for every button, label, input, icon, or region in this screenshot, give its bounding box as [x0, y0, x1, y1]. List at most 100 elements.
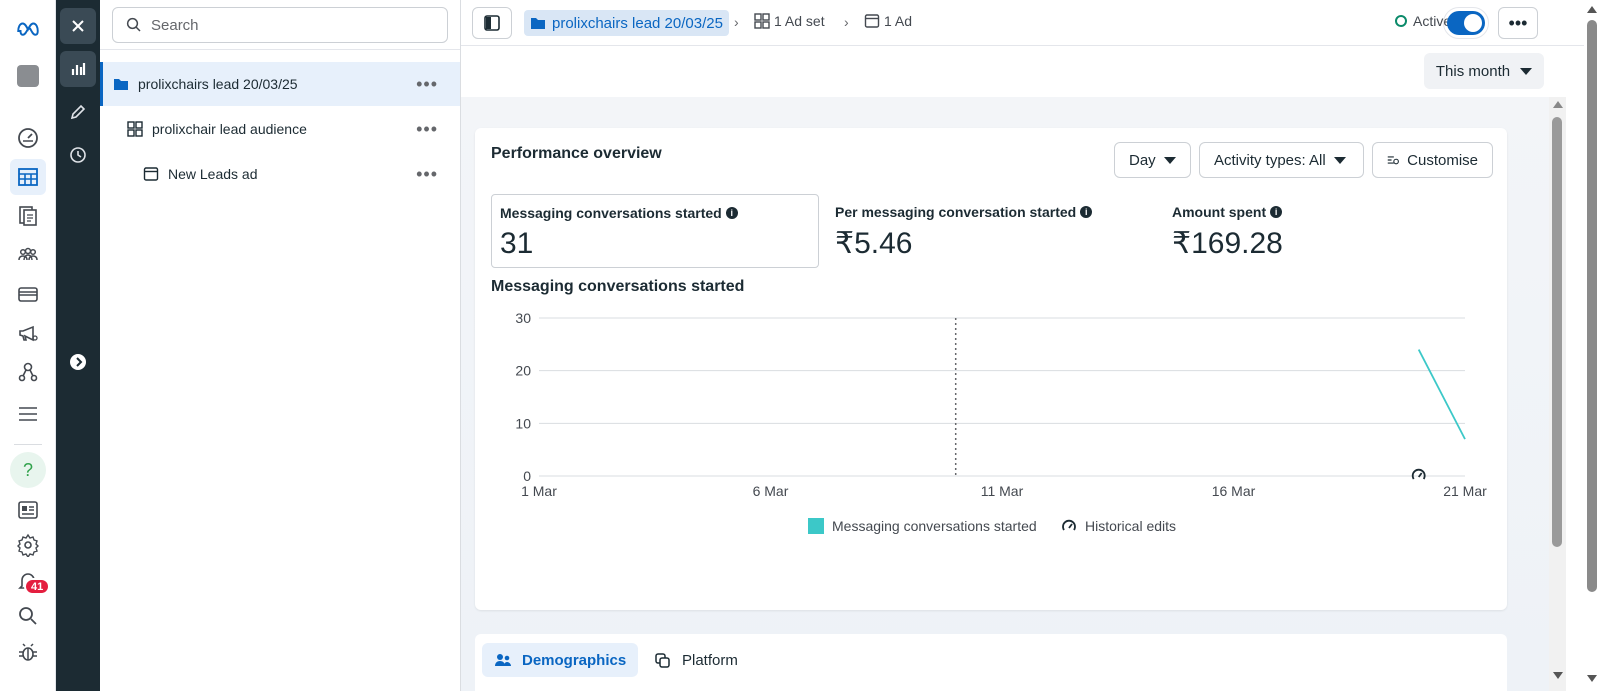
granularity-label: Day	[1129, 151, 1156, 169]
tab-demographics[interactable]: Demographics	[482, 643, 639, 677]
scroll-up-arrow-icon[interactable]	[1553, 101, 1563, 108]
historical-edits-icon	[1062, 519, 1076, 531]
caret-down-icon	[1520, 67, 1533, 75]
menu-icon[interactable]	[10, 396, 46, 432]
page-scroll-up-icon[interactable]	[1587, 6, 1597, 13]
page-scroll-down-icon[interactable]	[1587, 675, 1597, 682]
help-icon[interactable]: ?	[10, 452, 46, 488]
global-nav-rail: ? 41	[0, 0, 56, 691]
metric-cost-per-conversation[interactable]: Per messaging conversation started i ₹5.4…	[827, 194, 1155, 268]
breadcrumb-campaign[interactable]: prolixchairs lead 20/03/25	[524, 10, 729, 36]
megaphone-settings-icon[interactable]	[10, 315, 46, 351]
date-range-dropdown[interactable]: This month	[1424, 53, 1544, 89]
platform-icon	[655, 653, 670, 668]
metric-value: ₹5.46	[835, 227, 913, 260]
metric-conversations[interactable]: Messaging conversations started i 31	[491, 194, 819, 268]
x-tick-label: 1 Mar	[521, 483, 557, 499]
tree-item-label: prolixchairs lead 20/03/25	[138, 76, 298, 92]
pages-icon[interactable]	[10, 198, 46, 234]
news-icon[interactable]	[10, 492, 46, 528]
tree-item-adset[interactable]: prolixchair lead audience •••	[100, 107, 460, 151]
legend-swatch	[808, 518, 824, 534]
meta-logo-icon[interactable]	[10, 10, 46, 46]
date-range-label: This month	[1435, 62, 1511, 80]
breakdown-tabs-card: Demographics Platform	[475, 634, 1507, 691]
ad-window-icon	[864, 14, 880, 28]
reporting-chart-icon[interactable]	[60, 51, 96, 87]
settings-gear-icon[interactable]	[10, 527, 46, 563]
more-options-icon[interactable]: •••	[416, 119, 438, 140]
customise-button[interactable]: Customise	[1372, 142, 1493, 178]
granularity-dropdown[interactable]: Day	[1114, 142, 1191, 178]
audiences-icon[interactable]	[10, 237, 46, 273]
legend-series[interactable]: Messaging conversations started	[808, 518, 1037, 534]
top-bar: prolixchairs lead 20/03/25 › 1 Ad set › …	[461, 0, 1600, 46]
more-options-icon[interactable]: •••	[416, 74, 438, 95]
active-toggle[interactable]	[1447, 11, 1485, 35]
tab-label: Demographics	[522, 651, 627, 669]
campaign-tree-panel: prolixchairs lead 20/03/25 ••• prolixcha…	[100, 0, 461, 691]
search-input[interactable]	[151, 16, 431, 34]
tree-item-ad[interactable]: New Leads ad •••	[100, 152, 460, 196]
customise-label: Customise	[1407, 151, 1478, 169]
more-actions-button[interactable]: •••	[1498, 7, 1538, 39]
info-icon[interactable]: i	[1080, 206, 1093, 218]
content-scrollbar[interactable]	[1549, 97, 1566, 691]
tab-label: Platform	[682, 651, 738, 669]
breadcrumb-adset[interactable]: 1 Ad set	[754, 13, 825, 29]
bug-report-icon[interactable]	[10, 634, 46, 670]
y-tick-label: 0	[523, 468, 531, 484]
page-scroll-thumb[interactable]	[1587, 20, 1597, 592]
tree-item-campaign[interactable]: prolixchairs lead 20/03/25 •••	[100, 62, 460, 106]
account-avatar-icon[interactable]	[10, 58, 46, 94]
toggle-knob	[1464, 14, 1482, 32]
x-tick-label: 16 Mar	[1212, 483, 1256, 499]
legend-historical-edits[interactable]: Historical edits	[1061, 518, 1176, 534]
x-tick-label: 6 Mar	[753, 483, 789, 499]
edit-pencil-icon[interactable]	[60, 94, 96, 130]
metric-amount-spent[interactable]: Amount spent i ₹169.28	[1164, 194, 1492, 268]
rail-divider	[14, 444, 42, 445]
breadcrumb-ad-label: 1 Ad	[884, 13, 913, 29]
search-icon	[126, 17, 141, 32]
info-icon[interactable]: i	[725, 207, 738, 219]
billing-card-icon[interactable]	[10, 276, 46, 312]
close-icon[interactable]	[60, 8, 96, 44]
y-tick-label: 20	[515, 363, 531, 379]
expand-chevron-icon[interactable]	[60, 344, 96, 380]
metric-label-text: Per messaging conversation started	[835, 204, 1077, 220]
metric-label-text: Messaging conversations started	[500, 205, 722, 221]
card-title: Performance overview	[491, 145, 662, 162]
metric-label: Messaging conversations started i	[500, 205, 738, 221]
breadcrumb-adset-label: 1 Ad set	[774, 13, 825, 29]
dashboard-gauge-icon[interactable]	[10, 120, 46, 156]
activity-types-dropdown[interactable]: Activity types: All	[1199, 142, 1364, 178]
caret-down-icon	[1163, 156, 1176, 164]
status-ring-icon	[1395, 15, 1407, 27]
tab-platform[interactable]: Platform	[642, 643, 750, 677]
legend-series-label: Messaging conversations started	[832, 518, 1037, 534]
folder-icon	[531, 18, 545, 29]
line-chart[interactable]: 30 20 10 01 Mar 6 Mar 11 Mar 16 Mar 21 Mar	[475, 298, 1507, 508]
info-icon[interactable]: i	[1270, 206, 1283, 218]
search-field[interactable]	[112, 7, 448, 43]
ads-manager-table-icon[interactable]	[10, 159, 46, 195]
chevron-right-icon: ›	[844, 14, 849, 30]
breadcrumb-ad[interactable]: 1 Ad	[864, 13, 912, 29]
scroll-thumb[interactable]	[1552, 117, 1562, 547]
metric-value: 31	[500, 227, 534, 260]
breadcrumb-campaign-label: prolixchairs lead 20/03/25	[552, 14, 723, 32]
page-scrollbar[interactable]	[1584, 0, 1600, 691]
y-tick-label: 30	[515, 310, 531, 326]
activity-types-label: Activity types: All	[1214, 151, 1326, 169]
scroll-down-arrow-icon[interactable]	[1553, 672, 1563, 679]
historical-edit-marker-icon	[1411, 468, 1426, 480]
more-options-icon[interactable]: •••	[416, 164, 438, 185]
search-icon[interactable]	[10, 598, 46, 634]
history-clock-icon[interactable]	[60, 137, 96, 173]
tree-item-label: New Leads ad	[168, 166, 258, 182]
panel-toggle-button[interactable]	[472, 7, 512, 39]
network-icon[interactable]	[10, 354, 46, 390]
metric-value: ₹169.28	[1172, 227, 1283, 260]
legend-edits-label: Historical edits	[1085, 518, 1177, 534]
